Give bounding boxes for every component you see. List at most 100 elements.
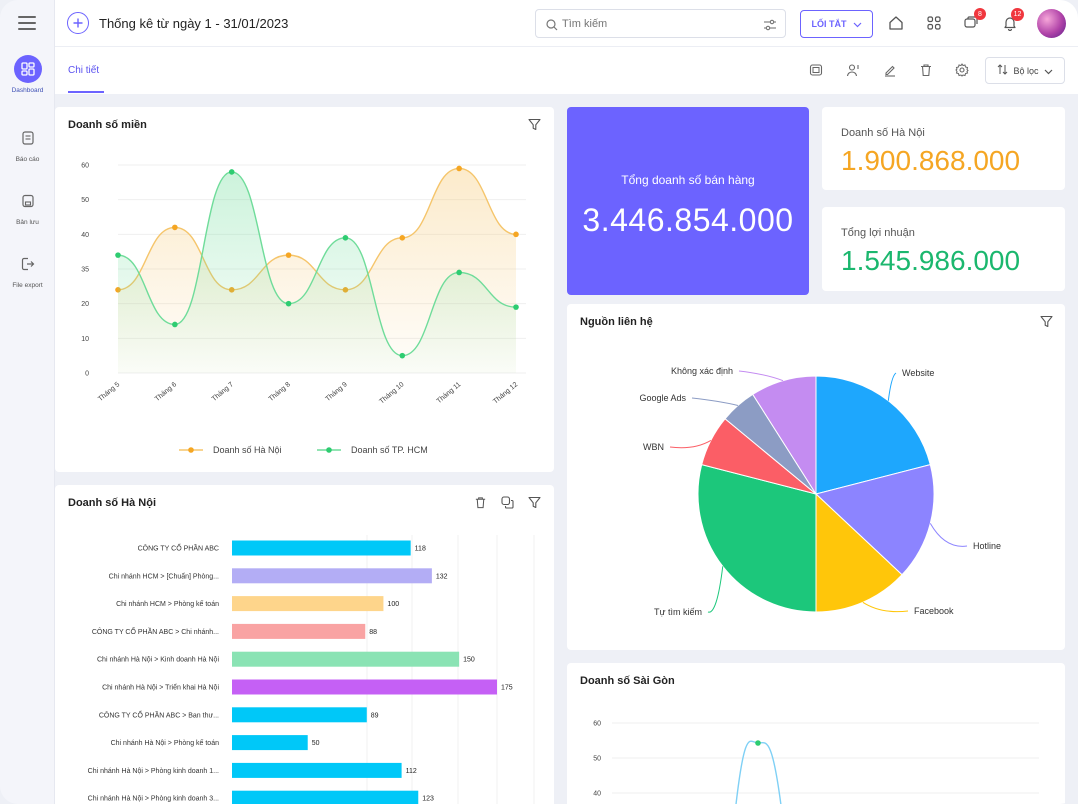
kpi-total-sales: Tổng doanh số bán hàng 3.446.854.000 (567, 107, 809, 295)
pie-leader-line (691, 397, 739, 406)
filter-label: Bộ lọc (1013, 65, 1039, 76)
card-contact-source: Nguồn liên hệ Website Hotline Facebook Tự t… (567, 304, 1065, 650)
menu-icon[interactable] (18, 16, 36, 30)
data-point (399, 352, 406, 359)
y-tick-label: 10 (81, 336, 89, 343)
notification-bell-icon[interactable]: 12 (1001, 8, 1024, 32)
notifications-badge: 12 (1011, 8, 1024, 21)
data-point (285, 252, 292, 258)
home-icon[interactable] (887, 14, 905, 32)
x-tick-label: Tháng 6 (154, 381, 178, 403)
sidebar-item-report[interactable]: Báo cáo (0, 124, 55, 163)
pie-label: Không xác định (671, 366, 733, 376)
data-point (513, 304, 519, 310)
pie-leader-line (887, 372, 897, 401)
save-icon (14, 187, 42, 215)
sidebar-item-label: Dashboard (11, 87, 44, 94)
pie-leader-line (669, 439, 712, 449)
y-tick-label: 60 (81, 163, 89, 170)
delete-icon[interactable] (917, 61, 935, 79)
bar-value-label: 150 (463, 657, 475, 664)
shortcut-label: LỐI TẮT (811, 19, 847, 29)
data-point (399, 235, 406, 241)
kpi-total-value: 3.446.854.000 (582, 202, 794, 238)
bar-category-label: Chi nhánh Hà Nội > Triển khai Hà Nội (102, 684, 219, 692)
data-point (755, 740, 761, 746)
data-point (456, 165, 462, 172)
sidebar-item-saved[interactable]: Bản lưu (0, 187, 55, 226)
legend-marker (188, 447, 194, 453)
shortcut-button[interactable]: LỐI TẮT (800, 10, 873, 38)
kpi-hanoi-sales: Doanh số Hà Nội 1.900.868.000 (822, 107, 1065, 190)
saigon-sales-line-chart: 40 50 60 (593, 721, 1039, 804)
search-box[interactable] (535, 9, 786, 38)
bar-category-label: Chi nhánh Hà Nội > Kinh doanh Hà Nội (97, 657, 219, 664)
pie-label: Google Ads (639, 393, 686, 403)
series-line (735, 740, 782, 804)
tab-detail[interactable]: Chi tiết (68, 47, 104, 94)
page-title: Thống kê từ ngày 1 - 31/01/2023 (99, 16, 289, 31)
x-tick-label: Tháng 7 (211, 381, 235, 403)
apps-grid-icon[interactable] (925, 14, 943, 32)
pie-label: Website (902, 368, 934, 378)
legend-label: Doanh số TP. HCM (351, 445, 428, 455)
data-point (342, 235, 349, 241)
x-tick-label: Tháng 5 (97, 381, 121, 403)
card-saigon-sales: Doanh số Sài Gòn 40 50 60 (567, 663, 1065, 804)
x-tick-label: Tháng 11 (436, 381, 463, 405)
bar-value-label: 50 (312, 740, 320, 747)
bar-value-label: 175 (501, 685, 513, 692)
data-point (172, 224, 178, 231)
data-point (285, 300, 292, 307)
data-point (513, 231, 519, 238)
bar (232, 651, 460, 667)
card-regional-sales: Doanh số miền 0 10 20 35 40 50 60 Tháng 5 Tháng … (55, 107, 554, 472)
report-icon (14, 124, 42, 152)
chevron-down-icon (1044, 62, 1053, 80)
contact-source-pie-chart: Website Hotline Facebook Tự tìm kiếm WBN Goog… (639, 366, 1001, 617)
bar-value-label: 132 (436, 573, 448, 580)
filter-dropdown[interactable]: Bộ lọc (985, 57, 1065, 84)
regional-sales-line-chart: 0 10 20 35 40 50 60 Tháng 5 Tháng 6 Tháng 7 Tháng … (81, 163, 526, 455)
export-icon (14, 250, 42, 278)
pie-leader-line (862, 601, 909, 613)
kpi-total-profit: Tổng lợi nhuận 1.545.986.000 (822, 207, 1065, 291)
settings-gear-icon[interactable] (953, 61, 971, 79)
sidebar-item-label: Bản lưu (16, 219, 39, 226)
user-assign-icon[interactable] (844, 61, 862, 79)
messages-badge: 8 (974, 8, 986, 20)
pie-leader-line (738, 370, 784, 382)
add-icon[interactable] (67, 12, 89, 34)
sort-filter-icon (997, 62, 1008, 80)
sidebar-item-label: File export (12, 282, 43, 289)
y-tick-label: 40 (593, 791, 601, 798)
sidebar-item-file-export[interactable]: File export (0, 250, 55, 289)
bar-category-label: Chi nhánh Hà Nội > Phòng kinh doanh 3... (88, 796, 219, 803)
sidebar-item-dashboard[interactable]: Dashboard (0, 55, 55, 94)
avatar[interactable] (1037, 9, 1066, 38)
search-input[interactable] (562, 15, 752, 32)
pie-leader-line (929, 523, 968, 547)
bar-category-label: CÔNG TY CỔ PHẦN ABC > Chi nhánh... (92, 626, 219, 636)
bar-value-label: 89 (371, 712, 379, 719)
edit-icon[interactable] (881, 61, 899, 79)
data-point (456, 269, 462, 276)
chevron-down-icon (853, 15, 862, 33)
pie-label: Hotline (973, 541, 1001, 551)
kpi-hanoi-value: 1.900.868.000 (841, 145, 1021, 176)
kpi-hanoi-label: Doanh số Hà Nội (841, 127, 925, 139)
filter-settings-icon[interactable] (763, 18, 777, 36)
bar-category-label: Chi nhánh HCM > Phòng kế toán (116, 599, 219, 608)
y-tick-label: 35 (81, 267, 89, 274)
bar (232, 679, 497, 695)
kpi-profit-label: Tổng lợi nhuận (841, 227, 915, 239)
data-point (228, 169, 235, 175)
kpi-total-label: Tổng doanh số bán hàng (621, 173, 755, 187)
x-tick-label: Tháng 12 (492, 381, 519, 405)
bar (232, 790, 419, 804)
x-tick-label: Tháng 9 (325, 381, 349, 403)
bar (232, 568, 432, 584)
bar (232, 596, 384, 612)
fullscreen-icon[interactable] (807, 61, 825, 79)
messages-icon[interactable]: 8 (962, 8, 986, 32)
